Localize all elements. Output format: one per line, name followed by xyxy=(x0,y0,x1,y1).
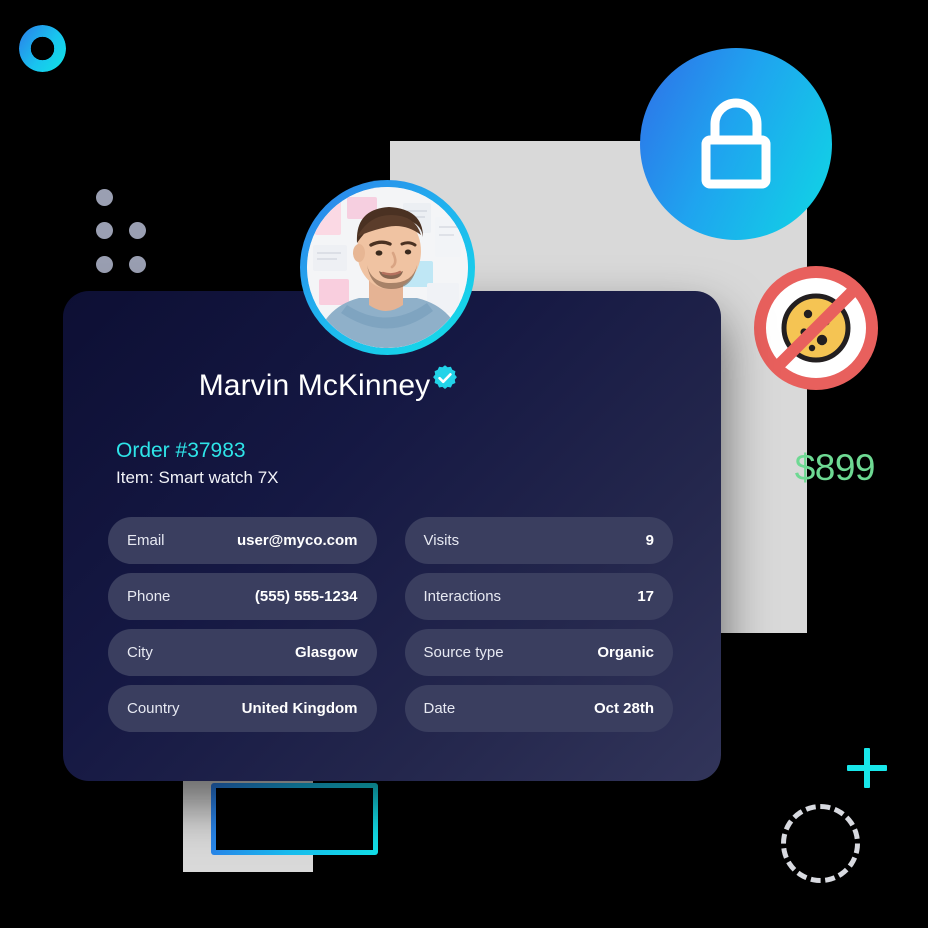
info-row-value: 17 xyxy=(637,588,654,605)
avatar-image xyxy=(307,187,468,348)
page-title: Marvin McKinney xyxy=(198,369,431,402)
info-row-email[interactable]: Email user@myco.com xyxy=(108,517,377,564)
avatar[interactable] xyxy=(300,180,475,355)
info-rows-left-column: Email user@myco.com Phone (555) 555-1234… xyxy=(108,517,377,732)
grid-dot xyxy=(129,256,146,273)
info-row-value: Organic xyxy=(597,644,654,661)
info-row-interactions[interactable]: Interactions 17 xyxy=(404,573,673,620)
profile-name-row: Marvin McKinney xyxy=(0,364,658,403)
info-row-label: Visits xyxy=(423,532,460,549)
order-id: Order #37983 xyxy=(116,439,246,462)
info-row-label: Phone xyxy=(127,588,171,605)
info-row-value: 9 xyxy=(645,532,654,549)
grid-dot xyxy=(129,222,146,239)
screenshot-canvas: Marvin McKinney Order #37983 Item: Smart… xyxy=(0,0,928,928)
info-row-city[interactable]: City Glasgow xyxy=(108,629,377,676)
lock-icon xyxy=(690,94,782,194)
info-row-value: United Kingdom xyxy=(241,700,358,717)
info-row-value: (555) 555-1234 xyxy=(254,588,358,605)
info-row-country[interactable]: Country United Kingdom xyxy=(108,685,377,732)
dot-grid-pattern-icon xyxy=(96,189,146,273)
order-block: Order #37983 Item: Smart watch 7X xyxy=(116,438,279,490)
info-row-label: Email xyxy=(127,532,165,549)
info-row-label: Interactions xyxy=(423,588,502,605)
no-cookies-badge xyxy=(748,260,884,396)
order-item: Item: Smart watch 7X xyxy=(116,468,279,487)
grid-dot xyxy=(96,222,113,239)
info-row-value: Glasgow xyxy=(294,644,358,661)
info-row-label: Date xyxy=(423,700,456,717)
grid-dot xyxy=(96,256,113,273)
grid-dot xyxy=(96,189,113,206)
info-row-date[interactable]: Date Oct 28th xyxy=(404,685,673,732)
gradient-ring-logo-icon xyxy=(19,25,66,72)
dashed-circle-outline-icon xyxy=(781,804,860,883)
info-row-label: Country xyxy=(127,700,180,717)
info-row-phone[interactable]: Phone (555) 555-1234 xyxy=(108,573,377,620)
order-price: $899 xyxy=(794,447,876,488)
lock-badge xyxy=(640,48,832,240)
no-cookies-icon xyxy=(748,260,884,396)
info-rows-right-column: Visits 9 Interactions 17 Source type Org… xyxy=(404,517,673,732)
info-row-label: City xyxy=(127,644,153,661)
info-row-visits[interactable]: Visits 9 xyxy=(404,517,673,564)
info-row-label: Source type xyxy=(423,644,504,661)
info-rows-grid: Email user@myco.com Phone (555) 555-1234… xyxy=(108,517,673,732)
plus-icon xyxy=(847,748,887,788)
gradient-outline-rectangle xyxy=(211,783,378,855)
info-row-source-type[interactable]: Source type Organic xyxy=(404,629,673,676)
verified-badge-icon xyxy=(431,364,459,397)
info-row-value: Oct 28th xyxy=(593,700,654,717)
info-row-value: user@myco.com xyxy=(236,532,358,549)
